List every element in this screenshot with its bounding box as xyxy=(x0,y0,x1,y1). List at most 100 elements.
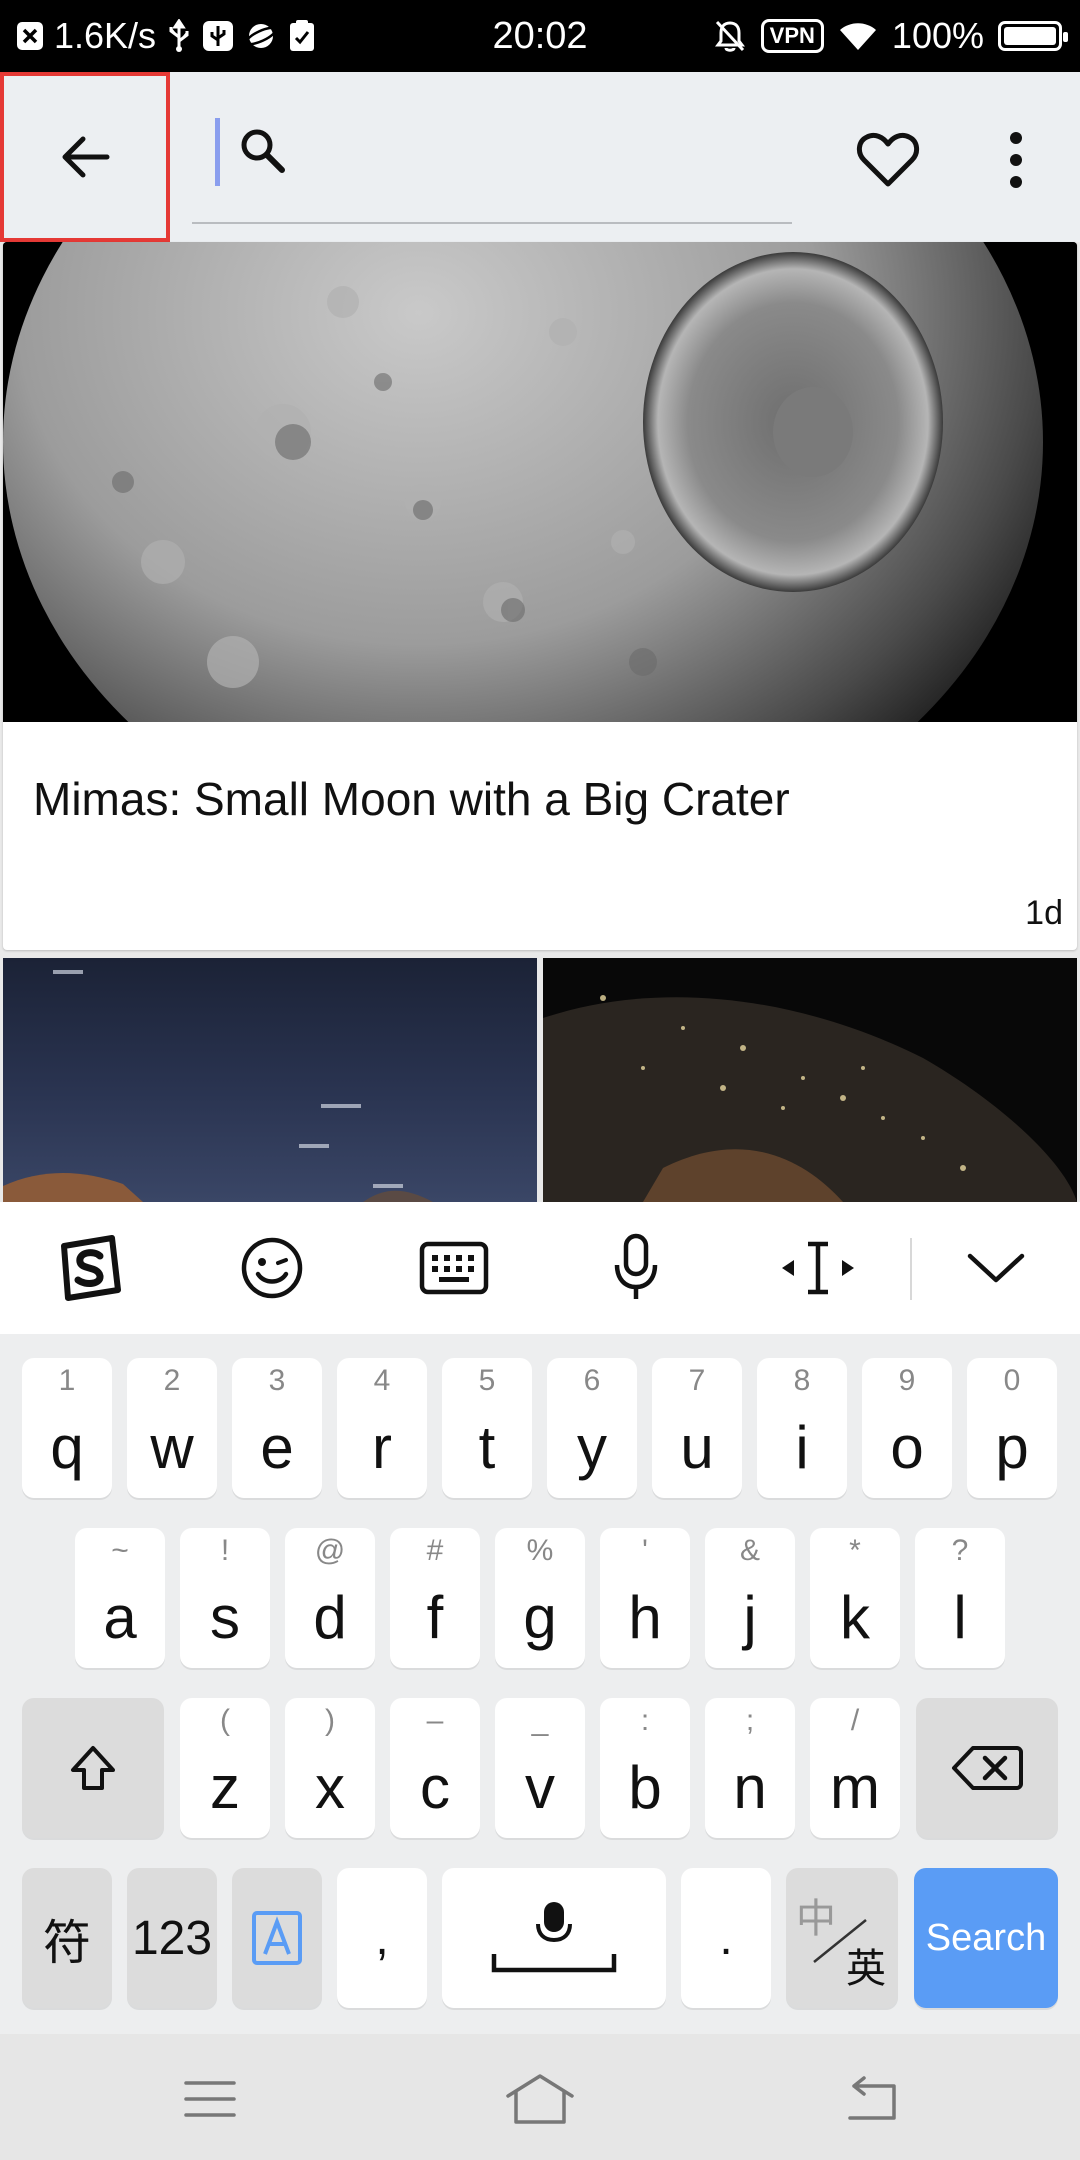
shift-icon xyxy=(71,1746,115,1790)
featured-image xyxy=(3,242,1077,872)
emoji-button[interactable] xyxy=(226,1222,318,1314)
search-key-label: Search xyxy=(925,1916,1047,1959)
key-hint: 5 xyxy=(478,1364,496,1397)
key-n[interactable]: ; n xyxy=(705,1698,795,1838)
key-hint: 7 xyxy=(688,1364,706,1397)
key-label: o xyxy=(890,1413,924,1481)
key-label: e xyxy=(260,1413,294,1481)
key-w[interactable]: 2w xyxy=(127,1358,217,1498)
key-hint: % xyxy=(526,1534,554,1567)
chevron-down-icon xyxy=(967,1253,1025,1283)
sogou-logo-icon xyxy=(61,1235,121,1301)
key-e[interactable]: 3e xyxy=(232,1358,322,1498)
sogou-logo-button[interactable] xyxy=(44,1222,136,1314)
key-d[interactable]: @ d xyxy=(285,1528,375,1668)
menu-button[interactable] xyxy=(170,2064,250,2134)
voice-input-button[interactable] xyxy=(590,1222,682,1314)
key-label: w xyxy=(150,1413,194,1481)
key-r[interactable]: 4r xyxy=(337,1358,427,1498)
key-label: c xyxy=(420,1753,450,1821)
key-s[interactable]: ! s xyxy=(180,1528,270,1668)
key-hint: _ xyxy=(531,1704,549,1737)
symbols-key[interactable]: 符 xyxy=(22,1868,112,2008)
key-hint: 6 xyxy=(583,1364,601,1397)
space-key[interactable] xyxy=(442,1868,666,2008)
key-q[interactable]: 1q xyxy=(22,1358,112,1498)
key-hint: 3 xyxy=(268,1364,286,1397)
numbers-key[interactable]: 123 xyxy=(127,1868,217,2008)
feed-thumbnail-right[interactable] xyxy=(543,958,1077,1202)
key-g[interactable]: % g xyxy=(495,1528,585,1668)
keyboard-toolbar xyxy=(0,1202,1080,1334)
battery-percent: 100% xyxy=(891,15,984,56)
key-y[interactable]: 6y xyxy=(547,1358,637,1498)
key-label: j xyxy=(743,1583,757,1651)
key-f[interactable]: # f xyxy=(390,1528,480,1668)
key-b[interactable]: :b xyxy=(600,1698,690,1838)
key-label: t xyxy=(478,1413,496,1481)
key-label: i xyxy=(795,1413,809,1481)
home-button[interactable] xyxy=(500,2064,580,2134)
key-c[interactable]: – c xyxy=(390,1698,480,1838)
key-label: m xyxy=(830,1753,880,1821)
microphone-icon xyxy=(614,1233,658,1299)
key-label: g xyxy=(523,1583,557,1651)
search-field[interactable] xyxy=(192,112,792,224)
key-hint: : xyxy=(640,1704,650,1737)
keyboard-switch-button[interactable] xyxy=(408,1222,500,1314)
key-label: q xyxy=(50,1413,84,1481)
key-label: v xyxy=(525,1753,555,1821)
key-h[interactable]: ' h xyxy=(600,1528,690,1668)
home-icon xyxy=(506,2074,574,2124)
key-v[interactable]: _ v xyxy=(495,1698,585,1838)
key-hint: ? xyxy=(951,1534,969,1567)
key-j[interactable]: & j xyxy=(705,1528,795,1668)
overflow-menu-button[interactable] xyxy=(986,120,1046,200)
key-k[interactable]: * k xyxy=(810,1528,900,1668)
text-cursor xyxy=(215,118,220,186)
backspace-key[interactable] xyxy=(916,1698,1058,1838)
favorites-button[interactable] xyxy=(848,120,928,200)
cursor-move-icon xyxy=(782,1241,854,1295)
comma-key[interactable]: , xyxy=(337,1868,427,2008)
period-key[interactable]: . xyxy=(681,1868,771,2008)
key-hint: ! xyxy=(220,1534,230,1567)
key-a[interactable]: ~ a xyxy=(75,1528,165,1668)
key-hint: / xyxy=(850,1704,860,1737)
cursor-move-button[interactable] xyxy=(772,1222,864,1314)
key-z[interactable]: (z xyxy=(180,1698,270,1838)
symbols-key-label: 符 xyxy=(42,1917,91,1970)
featured-age: 1d xyxy=(1025,894,1063,932)
featured-card[interactable]: Mimas: Small Moon with a Big Crater 1d xyxy=(3,242,1077,950)
key-label: y xyxy=(577,1413,607,1481)
feed: Mimas: Small Moon with a Big Crater 1d xyxy=(0,242,1080,1202)
search-input[interactable] xyxy=(292,120,772,190)
key-label: r xyxy=(372,1413,392,1481)
search-key[interactable]: Search xyxy=(914,1868,1058,2008)
key-label: p xyxy=(995,1413,1029,1481)
hide-keyboard-button[interactable] xyxy=(950,1222,1042,1314)
key-label: l xyxy=(953,1583,967,1651)
back-nav-button[interactable] xyxy=(830,2064,910,2134)
status-bar: 1.6K/s 20:02 VPN 100% xyxy=(0,0,1080,72)
language-switch-key[interactable]: 中 英 xyxy=(786,1868,898,2008)
input-mode-key[interactable] xyxy=(232,1868,322,2008)
feed-thumbnail-left[interactable] xyxy=(3,958,537,1202)
key-label: n xyxy=(733,1753,767,1821)
keyboard-icon xyxy=(419,1241,489,1295)
key-i[interactable]: 8i xyxy=(757,1358,847,1498)
letter-a-icon xyxy=(252,1911,302,1965)
key-x[interactable]: ) x xyxy=(285,1698,375,1838)
key-p[interactable]: 0p xyxy=(967,1358,1057,1498)
key-o[interactable]: 9o xyxy=(862,1358,952,1498)
key-l[interactable]: ? l xyxy=(915,1528,1005,1668)
key-u[interactable]: 7u xyxy=(652,1358,742,1498)
key-m[interactable]: / m xyxy=(810,1698,900,1838)
key-label: k xyxy=(840,1583,870,1651)
numbers-key-label: 123 xyxy=(131,1911,213,1965)
key-hint: – xyxy=(426,1704,444,1737)
key-t[interactable]: 5t xyxy=(442,1358,532,1498)
back-button[interactable] xyxy=(0,72,170,242)
shift-key[interactable] xyxy=(22,1698,164,1838)
arrow-back-icon xyxy=(62,136,110,178)
